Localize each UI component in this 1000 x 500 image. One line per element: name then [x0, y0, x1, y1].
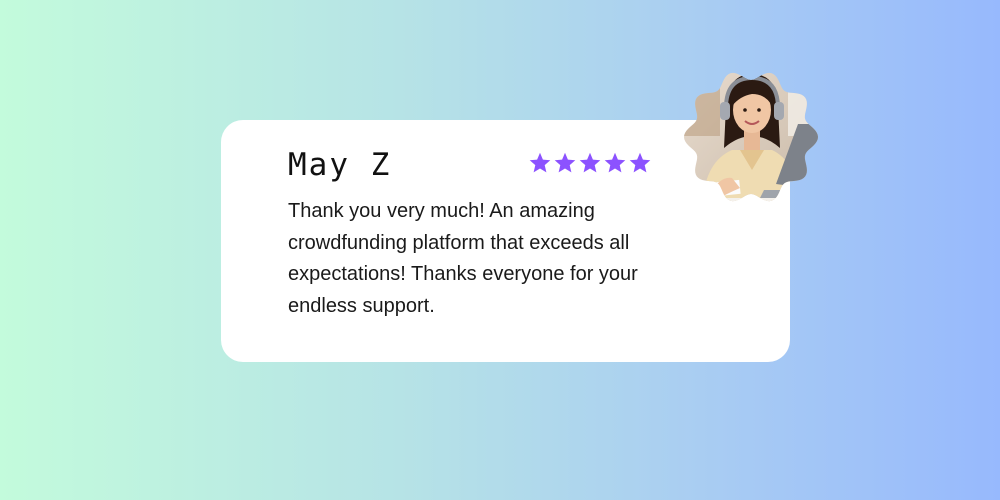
review-text: Thank you very much! An amazing crowdfun…	[288, 200, 638, 317]
star-icon	[604, 152, 626, 173]
star-icon	[554, 152, 576, 173]
star-rating	[528, 151, 652, 175]
star-icon	[579, 152, 601, 173]
reviewer-avatar	[684, 72, 818, 202]
star-icon	[529, 152, 551, 173]
star-icon	[629, 152, 651, 173]
reviewer-name: May Z	[288, 147, 392, 183]
